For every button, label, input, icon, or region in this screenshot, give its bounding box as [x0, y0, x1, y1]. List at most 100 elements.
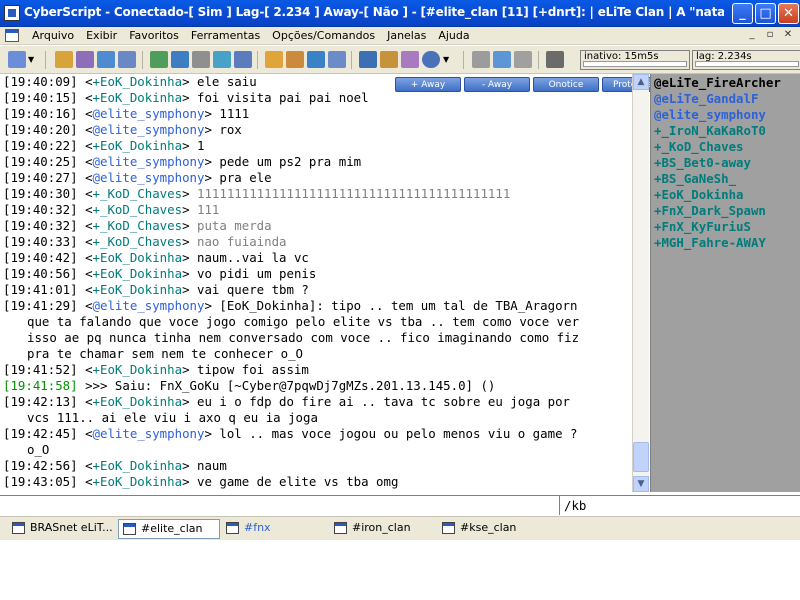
mdi-restore-button[interactable]: ▫: [762, 28, 778, 42]
switchbar-tab[interactable]: BRASnet eLiT...: [8, 519, 117, 539]
message-nick[interactable]: @elite_symphony: [93, 106, 205, 121]
message-nick[interactable]: +_KoD_Chaves: [93, 202, 183, 217]
nick-list-item[interactable]: +FnX_KyFuriuS: [654, 219, 800, 235]
mdi-close-button[interactable]: ✕: [780, 28, 796, 42]
user-icon[interactable]: [286, 51, 304, 68]
nick-list-item[interactable]: @eLiTe_FireArcher: [654, 75, 800, 91]
scroll-up-icon[interactable]: ▲: [633, 74, 649, 90]
message-timestamp: [19:40:33]: [3, 234, 78, 249]
menu-item-exibir[interactable]: Exibir: [80, 29, 123, 42]
tools-icon[interactable]: [380, 51, 398, 68]
menu-item-favoritos[interactable]: Favoritos: [123, 29, 185, 42]
nick-open-bracket: <: [85, 218, 93, 233]
users-icon[interactable]: [150, 51, 168, 68]
switchbar-tab[interactable]: #fnx: [222, 519, 275, 539]
help-icon[interactable]: [546, 51, 564, 68]
connect-dropdown-icon[interactable]: ▼: [28, 51, 38, 68]
link-icon[interactable]: [514, 51, 532, 68]
nick-list-item[interactable]: +MGH_Fahre-AWAY: [654, 235, 800, 251]
dcc-icon[interactable]: [213, 51, 231, 68]
scripts-icon[interactable]: [118, 51, 136, 68]
message-nick[interactable]: @elite_symphony: [93, 426, 205, 441]
message-nick[interactable]: @elite_symphony: [93, 170, 205, 185]
scroll-thumb[interactable]: [633, 442, 649, 472]
message-nick[interactable]: +_KoD_Chaves: [93, 234, 183, 249]
message-nick[interactable]: +EoK_Dokinha: [93, 266, 183, 281]
tile-windows-icon[interactable]: [307, 51, 325, 68]
nick-close-bracket: >: [182, 218, 197, 233]
message-nick[interactable]: @elite_symphony: [93, 154, 205, 169]
cascade-windows-icon[interactable]: [328, 51, 346, 68]
chat-line: pra te chamar sem nem te conhecer o_O: [3, 346, 632, 362]
message-nick[interactable]: +_KoD_Chaves: [93, 186, 183, 201]
nick-list-item[interactable]: +EoK_Dokinha: [654, 187, 800, 203]
nick-close-bracket: >: [204, 154, 220, 169]
nick-list-item[interactable]: @elite_symphony: [654, 107, 800, 123]
chat-scrollbar[interactable]: ▲ ▼: [632, 74, 649, 492]
message-nick[interactable]: +EoK_Dokinha: [93, 250, 183, 265]
message-nick[interactable]: +_KoD_Chaves: [93, 218, 183, 233]
message-nick[interactable]: +EoK_Dokinha: [93, 74, 183, 89]
app-icon[interactable]: [4, 5, 20, 21]
connect-icon[interactable]: [8, 51, 26, 68]
message-nick[interactable]: @elite_symphony: [93, 122, 205, 137]
nick-list-item[interactable]: +FnX_Dark_Spawn: [654, 203, 800, 219]
chat-line: [19:40:25] <@elite_symphony> pede um ps2…: [3, 154, 632, 170]
close-button[interactable]: ✕: [778, 3, 799, 24]
nick-open-bracket: <: [85, 250, 93, 265]
log-icon[interactable]: [192, 51, 210, 68]
message-input[interactable]: [0, 496, 560, 515]
remove-away-button[interactable]: - Away: [464, 77, 530, 92]
switchbar-tab[interactable]: #iron_clan: [330, 519, 415, 539]
chat-line: [19:42:45] <@elite_symphony> lol .. mas …: [3, 426, 632, 442]
message-nick[interactable]: +EoK_Dokinha: [93, 458, 183, 473]
nick-close-bracket: >: [204, 170, 220, 185]
address-book-icon[interactable]: [76, 51, 94, 68]
maximize-button[interactable]: □: [755, 3, 776, 24]
globe-icon[interactable]: [422, 51, 440, 68]
switchbar-tab[interactable]: #kse_clan: [438, 519, 520, 539]
nick-open-bracket: <: [85, 122, 93, 137]
chat-log[interactable]: [19:40:09] <+EoK_Dokinha> ele saiu [19:40…: [0, 74, 632, 492]
menu-item-opescomandos[interactable]: Opções/Comandos: [266, 29, 381, 42]
send-icon[interactable]: [171, 51, 189, 68]
search-icon[interactable]: [234, 51, 252, 68]
message-text: vo pidi um penis: [197, 266, 317, 281]
nick-open-bracket: <: [85, 186, 93, 201]
message-nick[interactable]: +EoK_Dokinha: [93, 282, 183, 297]
onotice-button[interactable]: Onotice: [533, 77, 599, 92]
scroll-down-icon[interactable]: ▼: [633, 476, 649, 492]
menu-item-ferramentas[interactable]: Ferramentas: [185, 29, 266, 42]
menu-item-arquivo[interactable]: Arquivo: [26, 29, 80, 42]
nick-list-item[interactable]: @eLiTe_GandalF: [654, 91, 800, 107]
mdi-minimize-button[interactable]: _: [744, 28, 760, 42]
message-nick[interactable]: +EoK_Dokinha: [93, 362, 183, 377]
notes-icon[interactable]: [359, 51, 377, 68]
menu-item-janelas[interactable]: Janelas: [381, 29, 432, 42]
options-icon[interactable]: [55, 51, 73, 68]
message-nick[interactable]: +EoK_Dokinha: [93, 90, 183, 105]
mdi-window-icon[interactable]: [5, 29, 19, 42]
nick-list-item[interactable]: +_KoD_Chaves: [654, 139, 800, 155]
chat-line: [19:43:05] <+EoK_Dokinha> ve game de eli…: [3, 474, 632, 490]
music-icon[interactable]: [401, 51, 419, 68]
nick-close-bracket: >: [182, 474, 197, 489]
menu-item-ajuda[interactable]: Ajuda: [432, 29, 475, 42]
message-nick[interactable]: @elite_symphony: [93, 298, 205, 313]
minimize-button[interactable]: _: [732, 3, 753, 24]
add-away-button[interactable]: + Away: [395, 77, 461, 92]
aux-input[interactable]: /kb: [564, 498, 586, 513]
nick-list-item[interactable]: +_IroN_KaKaRoT0: [654, 123, 800, 139]
message-nick[interactable]: +EoK_Dokinha: [93, 138, 183, 153]
switchbar-tab[interactable]: #elite_clan: [118, 519, 220, 539]
arrow-icon[interactable]: [265, 51, 283, 68]
globe-dropdown-icon[interactable]: ▼: [443, 51, 453, 68]
nick-list-item[interactable]: +BS_GaNeSh_: [654, 171, 800, 187]
lock-icon[interactable]: [472, 51, 490, 68]
channels-list-icon[interactable]: [97, 51, 115, 68]
nick-list[interactable]: @eLiTe_FireArcher @eLiTe_GandalF @elite_sy…: [650, 74, 800, 492]
message-nick[interactable]: +EoK_Dokinha: [93, 474, 183, 489]
message-nick[interactable]: +EoK_Dokinha: [93, 394, 183, 409]
nick-list-item[interactable]: +BS_Bet0-away: [654, 155, 800, 171]
paint-icon[interactable]: [493, 51, 511, 68]
